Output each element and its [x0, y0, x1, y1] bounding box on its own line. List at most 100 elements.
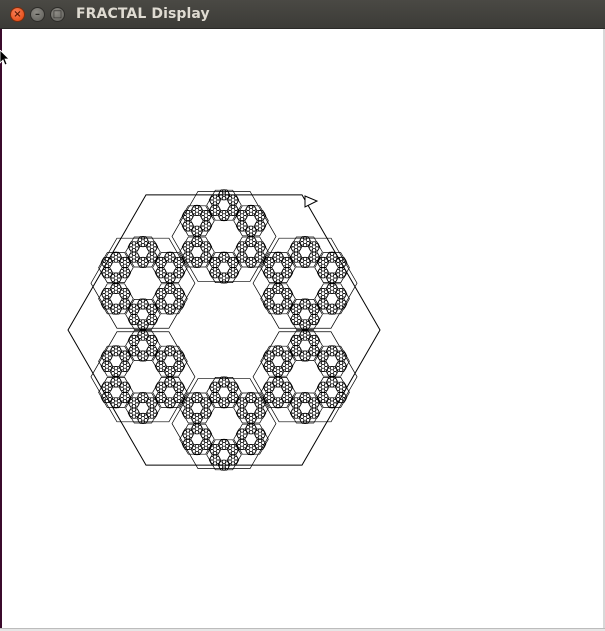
fractal-hexagon: [116, 284, 122, 289]
fractal-hexagon: [209, 199, 215, 204]
fractal-hexagon: [116, 367, 122, 372]
fractal-hexagon: [281, 386, 287, 391]
fractal-hexagon: [290, 308, 296, 313]
fractal-hexagon: [116, 399, 122, 404]
fractal-hexagon: [287, 362, 293, 367]
fractal-hexagon: [326, 402, 332, 407]
fractal-hexagon: [305, 352, 311, 357]
fractal-hexagon: [209, 386, 215, 391]
fractal-hexagon: [317, 293, 323, 298]
mouse-cursor-icon: [0, 50, 10, 66]
fractal-hexagon: [152, 409, 158, 414]
fractal-hexagon: [191, 428, 197, 433]
fractal-hexagon: [332, 347, 338, 352]
fractal-hexagon: [290, 246, 296, 251]
fractal-hexagon: [179, 393, 185, 398]
fractal-hexagon: [218, 402, 224, 407]
fractal-hexagon: [335, 355, 341, 360]
fractal-hexagon: [128, 246, 134, 251]
fractal-hexagon: [296, 347, 302, 352]
fractal-hexagon: [263, 293, 269, 298]
fractal-hexagon: [272, 371, 278, 376]
fractal-hexagon: [119, 386, 125, 391]
fractal-hexagon: [182, 402, 188, 407]
fractal-hexagon: [215, 206, 221, 211]
fractal-hexagon: [326, 288, 332, 293]
fractal-hexagon: [191, 397, 197, 402]
fractal-hexagon: [251, 206, 257, 211]
fractal-hexagon: [137, 303, 143, 308]
fractal-hexagon: [164, 288, 170, 293]
fractal-hexagon: [197, 227, 203, 232]
fractal-hexagon: [272, 308, 278, 313]
fractal-hexagon: [341, 362, 347, 367]
fractal-hexagon: [197, 445, 203, 450]
turtle-arrow-icon: [304, 195, 319, 208]
fractal-hexagon: [308, 308, 314, 313]
fractal-hexagon: [188, 222, 194, 227]
fractal-hexagon: [278, 399, 284, 404]
fractal-hexagon: [227, 199, 233, 204]
fractal-hexagon: [137, 418, 143, 423]
fractal-hexagon: [110, 308, 116, 313]
fractal-hexagon: [227, 262, 233, 267]
fractal-hexagon: [128, 402, 134, 407]
fractal-hexagon: [218, 464, 224, 469]
fractal-hexagon: [278, 378, 284, 383]
fractal-hexagon: [269, 269, 275, 274]
fractal-hexagon: [323, 300, 329, 305]
fractal-hexagon: [134, 253, 140, 258]
fractal-hexagon: [263, 386, 269, 391]
fractal-hexagon: [107, 300, 113, 305]
fractal-hexagon: [191, 210, 197, 215]
fractal-hexagon: [119, 355, 125, 360]
fractal-hexagon: [155, 386, 161, 391]
fractal-hexagon: [326, 256, 332, 261]
fractal-hexagon: [119, 293, 125, 298]
fractal-hexagon: [179, 269, 185, 274]
fractal-hexagon: [296, 409, 302, 414]
fractal-hexagon: [179, 300, 185, 305]
fractal-hexagon: [335, 386, 341, 391]
fractal-hexagon: [137, 324, 143, 329]
fractal-hexagon: [152, 347, 158, 352]
fractal-hexagon: [269, 362, 275, 367]
fractal-hexagon: [125, 300, 131, 305]
fractal-hexagon: [197, 206, 203, 211]
fractal-hexagon: [182, 433, 188, 438]
fractal-hexagon: [245, 449, 251, 454]
fractal-hexagon: [263, 262, 269, 267]
fractal-hexagon: [188, 440, 194, 445]
fractal-hexagon: [233, 393, 239, 398]
fractal-hexagon: [116, 305, 122, 310]
fractal-hexagon: [245, 397, 251, 402]
fractal-hexagon: [137, 397, 143, 402]
fractal-hexagon: [299, 324, 305, 329]
fractal-hexagon: [146, 340, 152, 345]
fractal-hexagon: [143, 258, 149, 263]
fractal-hexagon: [173, 262, 179, 267]
fractal-hexagon: [299, 241, 305, 246]
fractal-hexagon: [242, 222, 248, 227]
fractal-hexagon: [128, 340, 134, 345]
fractal-hexagon: [161, 362, 167, 367]
fractal-hexagon: [152, 253, 158, 258]
fractal-hexagon: [206, 440, 212, 445]
fractal-hexagon: [191, 418, 197, 423]
fractal-hexagon: [215, 269, 221, 274]
fractal-hexagon: [242, 253, 248, 258]
fractal-hexagon: [323, 269, 329, 274]
fractal-hexagon: [260, 440, 266, 445]
fractal-hexagon: [227, 449, 233, 454]
fractal-hexagon: [200, 402, 206, 407]
fractal-hexagon: [254, 402, 260, 407]
fractal-hexagon: [299, 262, 305, 267]
fractal-hexagon: [215, 456, 221, 461]
fractal-hexagon: [101, 293, 107, 298]
fractal-hexagon: [278, 305, 284, 310]
fractal-hexagon: [125, 362, 131, 367]
fractal-hexagon: [110, 371, 116, 376]
fractal-hexagon: [164, 308, 170, 313]
fractal-hexagon: [206, 409, 212, 414]
fractal-hexagon: [197, 258, 203, 263]
